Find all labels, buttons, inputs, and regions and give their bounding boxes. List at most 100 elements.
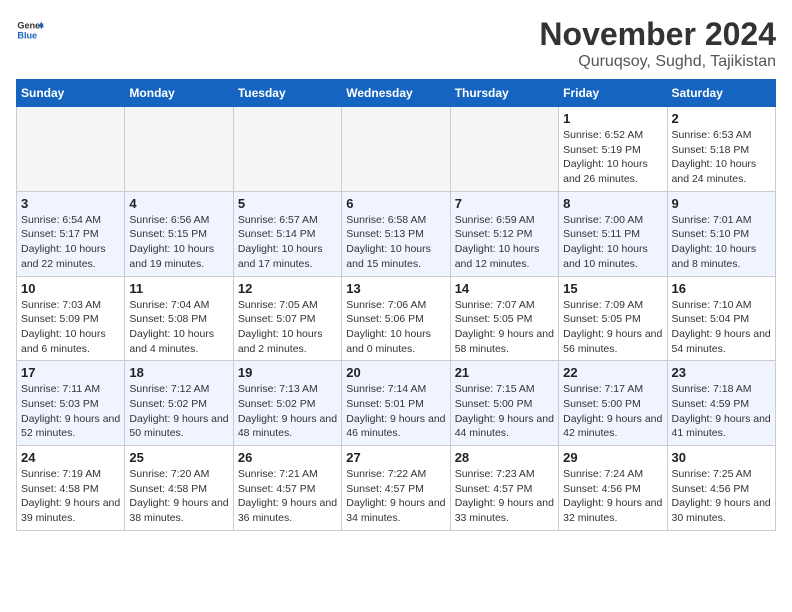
day-info: Sunrise: 6:53 AMSunset: 5:18 PMDaylight:… bbox=[672, 128, 771, 187]
day-info: Sunrise: 7:13 AMSunset: 5:02 PMDaylight:… bbox=[238, 382, 337, 441]
column-header-monday: Monday bbox=[125, 80, 233, 107]
day-number: 14 bbox=[455, 281, 554, 296]
calendar-cell bbox=[342, 107, 450, 192]
day-number: 26 bbox=[238, 450, 337, 465]
day-info: Sunrise: 7:06 AMSunset: 5:06 PMDaylight:… bbox=[346, 298, 445, 357]
svg-text:Blue: Blue bbox=[17, 30, 37, 40]
day-number: 23 bbox=[672, 365, 771, 380]
calendar-cell: 10 Sunrise: 7:03 AMSunset: 5:09 PMDayligh… bbox=[17, 276, 125, 361]
day-number: 7 bbox=[455, 196, 554, 211]
day-info: Sunrise: 7:03 AMSunset: 5:09 PMDaylight:… bbox=[21, 298, 120, 357]
calendar-cell: 3 Sunrise: 6:54 AMSunset: 5:17 PMDaylight… bbox=[17, 191, 125, 276]
calendar-cell: 28Sunrise: 7:23 AMSunset: 4:57 PMDayligh… bbox=[450, 446, 558, 531]
calendar-cell: 24Sunrise: 7:19 AMSunset: 4:58 PMDayligh… bbox=[17, 446, 125, 531]
day-number: 25 bbox=[129, 450, 228, 465]
day-number: 18 bbox=[129, 365, 228, 380]
calendar-cell bbox=[125, 107, 233, 192]
day-number: 13 bbox=[346, 281, 445, 296]
day-info: Sunrise: 6:58 AMSunset: 5:13 PMDaylight:… bbox=[346, 213, 445, 272]
calendar-cell bbox=[450, 107, 558, 192]
calendar-cell: 1 Sunrise: 6:52 AMSunset: 5:19 PMDaylight… bbox=[559, 107, 667, 192]
day-info: Sunrise: 7:18 AMSunset: 4:59 PMDaylight:… bbox=[672, 382, 771, 441]
day-number: 24 bbox=[21, 450, 120, 465]
day-info: Sunrise: 6:54 AMSunset: 5:17 PMDaylight:… bbox=[21, 213, 120, 272]
calendar-cell: 4 Sunrise: 6:56 AMSunset: 5:15 PMDaylight… bbox=[125, 191, 233, 276]
calendar-cell: 26Sunrise: 7:21 AMSunset: 4:57 PMDayligh… bbox=[233, 446, 341, 531]
calendar-cell: 18 Sunrise: 7:12 AMSunset: 5:02 PMDayligh… bbox=[125, 361, 233, 446]
calendar-header-row: SundayMondayTuesdayWednesdayThursdayFrid… bbox=[17, 80, 776, 107]
day-number: 6 bbox=[346, 196, 445, 211]
day-number: 22 bbox=[563, 365, 662, 380]
day-number: 19 bbox=[238, 365, 337, 380]
day-info: Sunrise: 7:11 AMSunset: 5:03 PMDaylight:… bbox=[21, 382, 120, 441]
title-area: November 2024 Quruqsoy, Sughd, Tajikista… bbox=[539, 16, 776, 71]
day-info: Sunrise: 7:12 AMSunset: 5:02 PMDaylight:… bbox=[129, 382, 228, 441]
day-number: 9 bbox=[672, 196, 771, 211]
day-number: 12 bbox=[238, 281, 337, 296]
logo: General Blue bbox=[16, 16, 44, 44]
calendar-cell: 27 Sunrise: 7:22 AMSunset: 4:57 PMDayligh… bbox=[342, 446, 450, 531]
column-header-wednesday: Wednesday bbox=[342, 80, 450, 107]
calendar-cell: 9 Sunrise: 7:01 AMSunset: 5:10 PMDaylight… bbox=[667, 191, 775, 276]
day-info: Sunrise: 7:20 AMSunset: 4:58 PMDaylight:… bbox=[129, 467, 228, 526]
column-header-sunday: Sunday bbox=[17, 80, 125, 107]
day-info: Sunrise: 7:07 AMSunset: 5:05 PMDaylight:… bbox=[455, 298, 554, 357]
calendar-cell: 12 Sunrise: 7:05 AMSunset: 5:07 PMDayligh… bbox=[233, 276, 341, 361]
day-info: Sunrise: 7:00 AMSunset: 5:11 PMDaylight:… bbox=[563, 213, 662, 272]
calendar-cell: 5 Sunrise: 6:57 AMSunset: 5:14 PMDaylight… bbox=[233, 191, 341, 276]
month-title: November 2024 bbox=[539, 16, 776, 53]
calendar-cell: 30 Sunrise: 7:25 AMSunset: 4:56 PMDayligh… bbox=[667, 446, 775, 531]
day-number: 27 bbox=[346, 450, 445, 465]
column-header-tuesday: Tuesday bbox=[233, 80, 341, 107]
calendar-cell: 8 Sunrise: 7:00 AMSunset: 5:11 PMDaylight… bbox=[559, 191, 667, 276]
calendar-cell: 21 Sunrise: 7:15 AMSunset: 5:00 PMDayligh… bbox=[450, 361, 558, 446]
calendar-week-2: 3 Sunrise: 6:54 AMSunset: 5:17 PMDaylight… bbox=[17, 191, 776, 276]
day-info: Sunrise: 6:59 AMSunset: 5:12 PMDaylight:… bbox=[455, 213, 554, 272]
day-info: Sunrise: 7:24 AMSunset: 4:56 PMDaylight:… bbox=[563, 467, 662, 526]
day-info: Sunrise: 7:09 AMSunset: 5:05 PMDaylight:… bbox=[563, 298, 662, 357]
day-info: Sunrise: 7:05 AMSunset: 5:07 PMDaylight:… bbox=[238, 298, 337, 357]
calendar-week-4: 17 Sunrise: 7:11 AMSunset: 5:03 PMDayligh… bbox=[17, 361, 776, 446]
day-number: 4 bbox=[129, 196, 228, 211]
day-number: 8 bbox=[563, 196, 662, 211]
day-number: 16 bbox=[672, 281, 771, 296]
day-info: Sunrise: 7:14 AMSunset: 5:01 PMDaylight:… bbox=[346, 382, 445, 441]
calendar-cell bbox=[17, 107, 125, 192]
day-number: 5 bbox=[238, 196, 337, 211]
day-info: Sunrise: 7:01 AMSunset: 5:10 PMDaylight:… bbox=[672, 213, 771, 272]
calendar-cell: 22 Sunrise: 7:17 AMSunset: 5:00 PMDayligh… bbox=[559, 361, 667, 446]
day-number: 3 bbox=[21, 196, 120, 211]
calendar-week-1: 1 Sunrise: 6:52 AMSunset: 5:19 PMDaylight… bbox=[17, 107, 776, 192]
day-number: 29 bbox=[563, 450, 662, 465]
day-info: Sunrise: 7:22 AMSunset: 4:57 PMDaylight:… bbox=[346, 467, 445, 526]
day-number: 11 bbox=[129, 281, 228, 296]
day-info: Sunrise: 6:56 AMSunset: 5:15 PMDaylight:… bbox=[129, 213, 228, 272]
column-header-thursday: Thursday bbox=[450, 80, 558, 107]
day-info: Sunrise: 7:15 AMSunset: 5:00 PMDaylight:… bbox=[455, 382, 554, 441]
day-number: 30 bbox=[672, 450, 771, 465]
calendar-cell: 23 Sunrise: 7:18 AMSunset: 4:59 PMDayligh… bbox=[667, 361, 775, 446]
calendar-week-3: 10 Sunrise: 7:03 AMSunset: 5:09 PMDayligh… bbox=[17, 276, 776, 361]
column-header-saturday: Saturday bbox=[667, 80, 775, 107]
day-number: 21 bbox=[455, 365, 554, 380]
day-number: 17 bbox=[21, 365, 120, 380]
calendar-cell: 6 Sunrise: 6:58 AMSunset: 5:13 PMDaylight… bbox=[342, 191, 450, 276]
calendar-cell: 19 Sunrise: 7:13 AMSunset: 5:02 PMDayligh… bbox=[233, 361, 341, 446]
calendar-cell: 7 Sunrise: 6:59 AMSunset: 5:12 PMDaylight… bbox=[450, 191, 558, 276]
day-info: Sunrise: 6:52 AMSunset: 5:19 PMDaylight:… bbox=[563, 128, 662, 187]
day-info: Sunrise: 6:57 AMSunset: 5:14 PMDaylight:… bbox=[238, 213, 337, 272]
day-number: 1 bbox=[563, 111, 662, 126]
logo-icon: General Blue bbox=[16, 16, 44, 44]
calendar-cell bbox=[233, 107, 341, 192]
day-info: Sunrise: 7:10 AMSunset: 5:04 PMDaylight:… bbox=[672, 298, 771, 357]
day-info: Sunrise: 7:04 AMSunset: 5:08 PMDaylight:… bbox=[129, 298, 228, 357]
calendar: SundayMondayTuesdayWednesdayThursdayFrid… bbox=[16, 79, 776, 531]
calendar-week-5: 24Sunrise: 7:19 AMSunset: 4:58 PMDayligh… bbox=[17, 446, 776, 531]
calendar-cell: 20 Sunrise: 7:14 AMSunset: 5:01 PMDayligh… bbox=[342, 361, 450, 446]
day-info: Sunrise: 7:17 AMSunset: 5:00 PMDaylight:… bbox=[563, 382, 662, 441]
day-number: 2 bbox=[672, 111, 771, 126]
day-number: 10 bbox=[21, 281, 120, 296]
calendar-cell: 25 Sunrise: 7:20 AMSunset: 4:58 PMDayligh… bbox=[125, 446, 233, 531]
day-number: 20 bbox=[346, 365, 445, 380]
day-info: Sunrise: 7:25 AMSunset: 4:56 PMDaylight:… bbox=[672, 467, 771, 526]
